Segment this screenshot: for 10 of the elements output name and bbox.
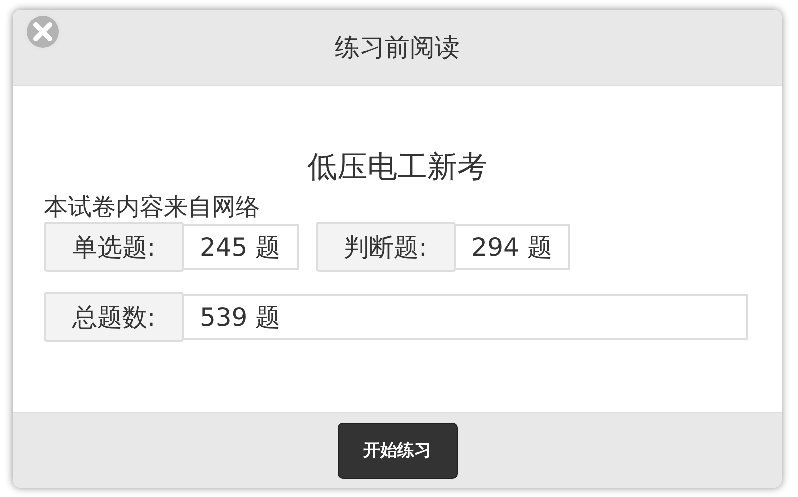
value-field: 245 题 xyxy=(184,224,299,270)
exam-title: 低压电工新考 xyxy=(306,149,488,187)
start-button[interactable]: 开始练习 xyxy=(338,422,458,478)
field-label: 单选题: xyxy=(44,222,184,272)
dialog-title: 练习前阅读 xyxy=(335,32,460,64)
field-label: 总题数: xyxy=(44,292,184,342)
field-label: 判断题: xyxy=(316,222,456,272)
value-field: 294 题 xyxy=(456,224,570,270)
source-text: 本试卷内容来自网络 xyxy=(44,192,261,222)
value-field: 539 题 xyxy=(184,294,748,340)
